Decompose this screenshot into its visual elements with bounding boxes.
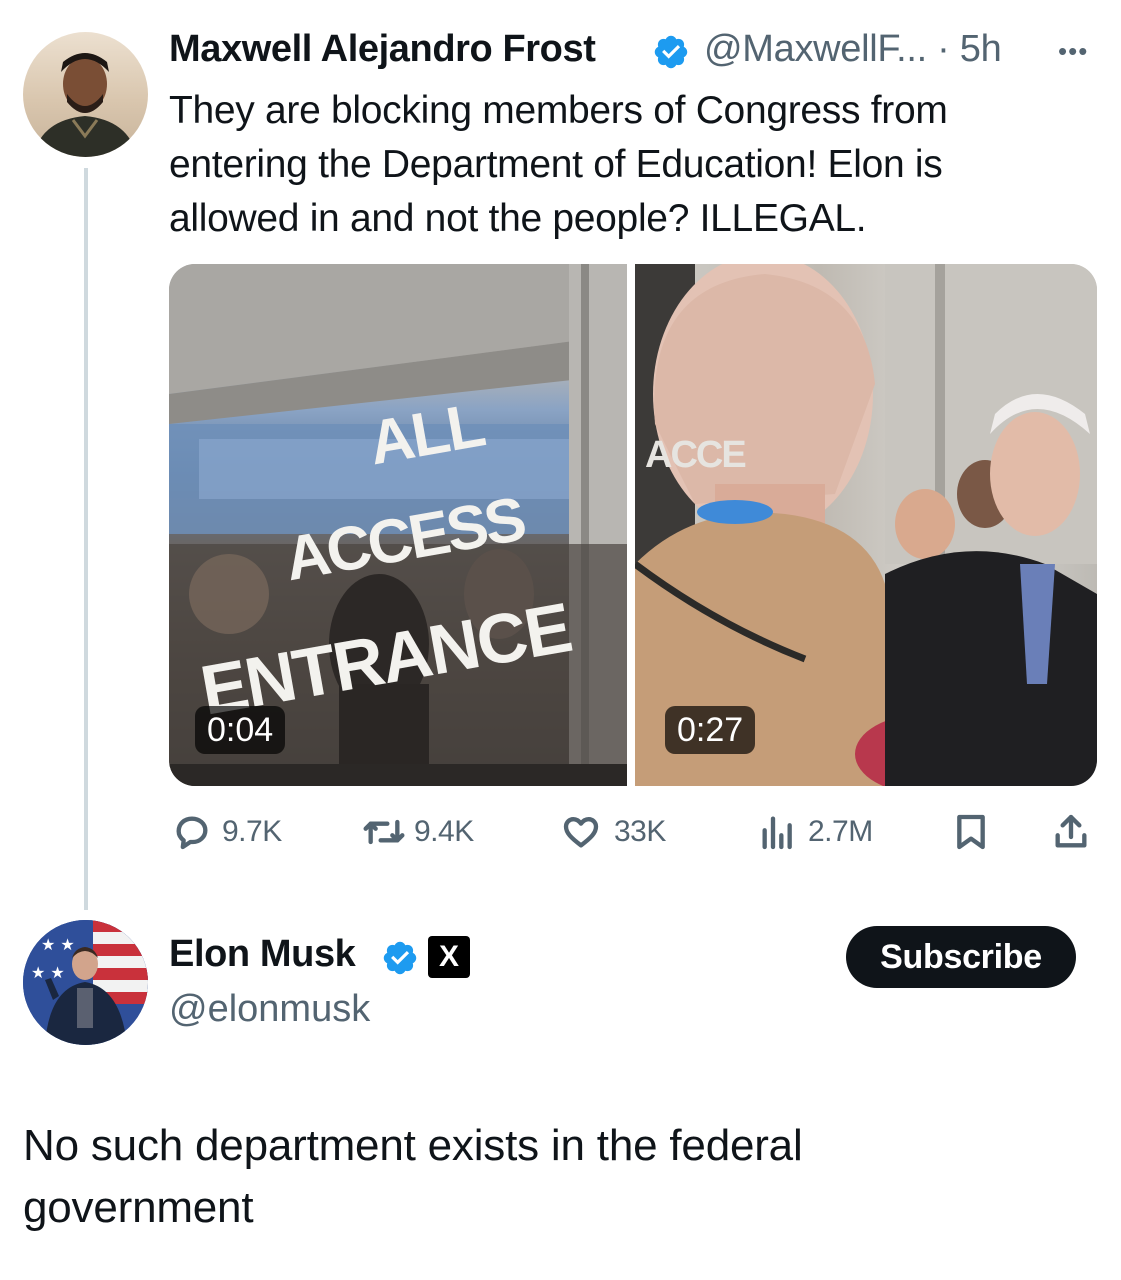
like-count: 33K — [614, 815, 666, 848]
x-affiliate-badge-icon: X — [428, 936, 470, 978]
reply-count: 9.7K — [222, 815, 282, 848]
subscribe-button[interactable]: Subscribe — [846, 926, 1076, 988]
repost-action[interactable]: 9.4K — [362, 812, 474, 852]
share-upload-icon — [1055, 814, 1087, 848]
avatar-portrait: ★ ★ ★ ★ — [23, 920, 148, 1045]
reply-action[interactable]: 9.7K — [172, 812, 282, 852]
author-handle-and-time[interactable]: @MaxwellF... · 5h — [704, 28, 1002, 71]
video-duration-badge: 0:04 — [195, 706, 286, 754]
views-bar-chart-icon — [762, 816, 792, 850]
avatar-maxwell-frost[interactable] — [23, 32, 148, 157]
share-action[interactable] — [1051, 812, 1091, 852]
thread-connector-line — [84, 168, 88, 910]
repost-count: 9.4K — [414, 815, 474, 848]
repost-arrows-icon — [363, 819, 405, 845]
author-name[interactable]: Maxwell Alejandro Frost — [169, 28, 596, 71]
tweet-media-grid: ALL ACCESS ENTRANCE 0:04 ACCE 0:27 — [169, 264, 1097, 786]
video-duration-badge: 0:27 — [665, 706, 756, 754]
heart-icon — [563, 817, 599, 848]
video-thumbnail-people[interactable]: ACCE 0:27 — [635, 264, 1097, 786]
bookmark-icon — [957, 814, 985, 850]
avatar-portrait — [33, 53, 137, 157]
more-options-icon[interactable]: ••• — [1058, 36, 1088, 67]
reply-author-name[interactable]: Elon Musk — [169, 933, 356, 976]
views-count: 2.7M — [808, 815, 873, 848]
reply-text: No such department exists in the federal… — [23, 1121, 803, 1232]
verified-badge-icon — [383, 941, 417, 975]
like-action[interactable]: 33K — [560, 812, 666, 852]
video-thumbnail-entrance[interactable]: ALL ACCESS ENTRANCE 0:04 — [169, 264, 627, 786]
sign-word-partial: ACCE — [645, 434, 747, 476]
bookmark-action[interactable] — [951, 812, 991, 852]
views-action[interactable]: 2.7M — [758, 812, 873, 852]
svg-text:★ ★: ★ ★ — [41, 935, 75, 954]
reply-bubble-icon — [176, 816, 208, 850]
avatar-elon-musk[interactable]: ★ ★ ★ ★ — [23, 920, 148, 1045]
verified-badge-icon — [654, 35, 688, 69]
reply-author-handle[interactable]: @elonmusk — [169, 988, 370, 1031]
tweet-text: They are blocking members of Congress fr… — [169, 89, 948, 240]
